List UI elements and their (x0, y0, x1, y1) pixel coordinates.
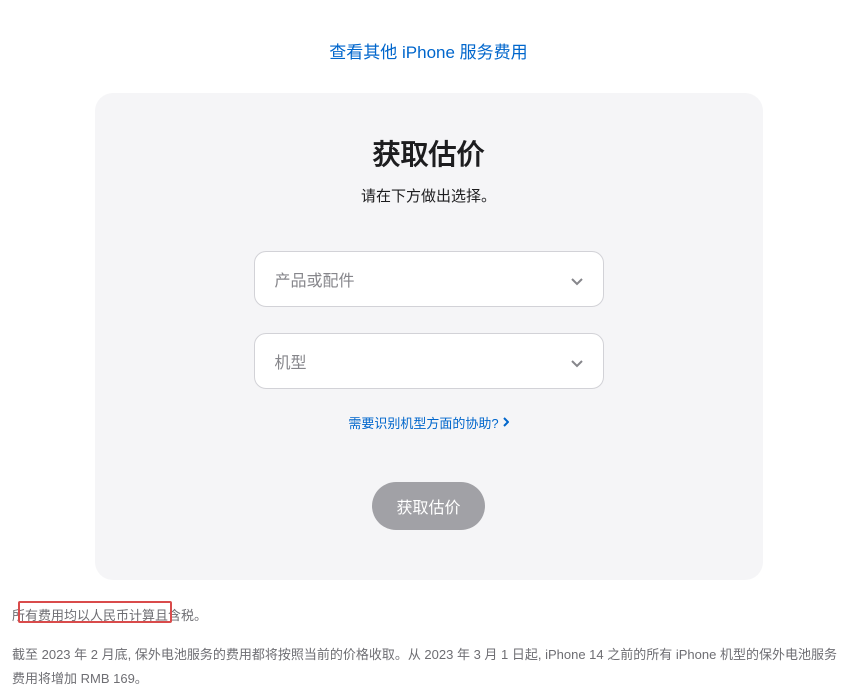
footer-notes: 所有费用均以人民币计算且含税。 截至 2023 年 2 月底, 保外电池服务的费… (0, 580, 857, 692)
chevron-down-icon (571, 355, 583, 367)
help-link-label: 需要识别机型方面的协助? (348, 413, 498, 432)
card-title: 获取估价 (155, 133, 703, 173)
model-select-placeholder: 机型 (275, 349, 307, 373)
estimate-card: 获取估价 请在下方做出选择。 产品或配件 机型 需要识别机型方面的协助? 获取估… (95, 93, 763, 580)
get-estimate-button[interactable]: 获取估价 (372, 482, 484, 530)
footer-note-price-change: 截至 2023 年 2 月底, 保外电池服务的费用都将按照当前的价格收取。从 2… (12, 643, 845, 692)
card-subtitle: 请在下方做出选择。 (155, 185, 703, 206)
model-select[interactable]: 机型 (254, 333, 604, 389)
other-services-link[interactable]: 查看其他 iPhone 服务费用 (329, 43, 527, 62)
footer-note-tax: 所有费用均以人民币计算且含税。 (12, 604, 845, 629)
product-select[interactable]: 产品或配件 (254, 251, 604, 307)
identify-model-help-link[interactable]: 需要识别机型方面的协助? (348, 413, 508, 432)
chevron-right-icon (503, 415, 509, 430)
product-select-placeholder: 产品或配件 (275, 267, 355, 291)
chevron-down-icon (571, 273, 583, 285)
